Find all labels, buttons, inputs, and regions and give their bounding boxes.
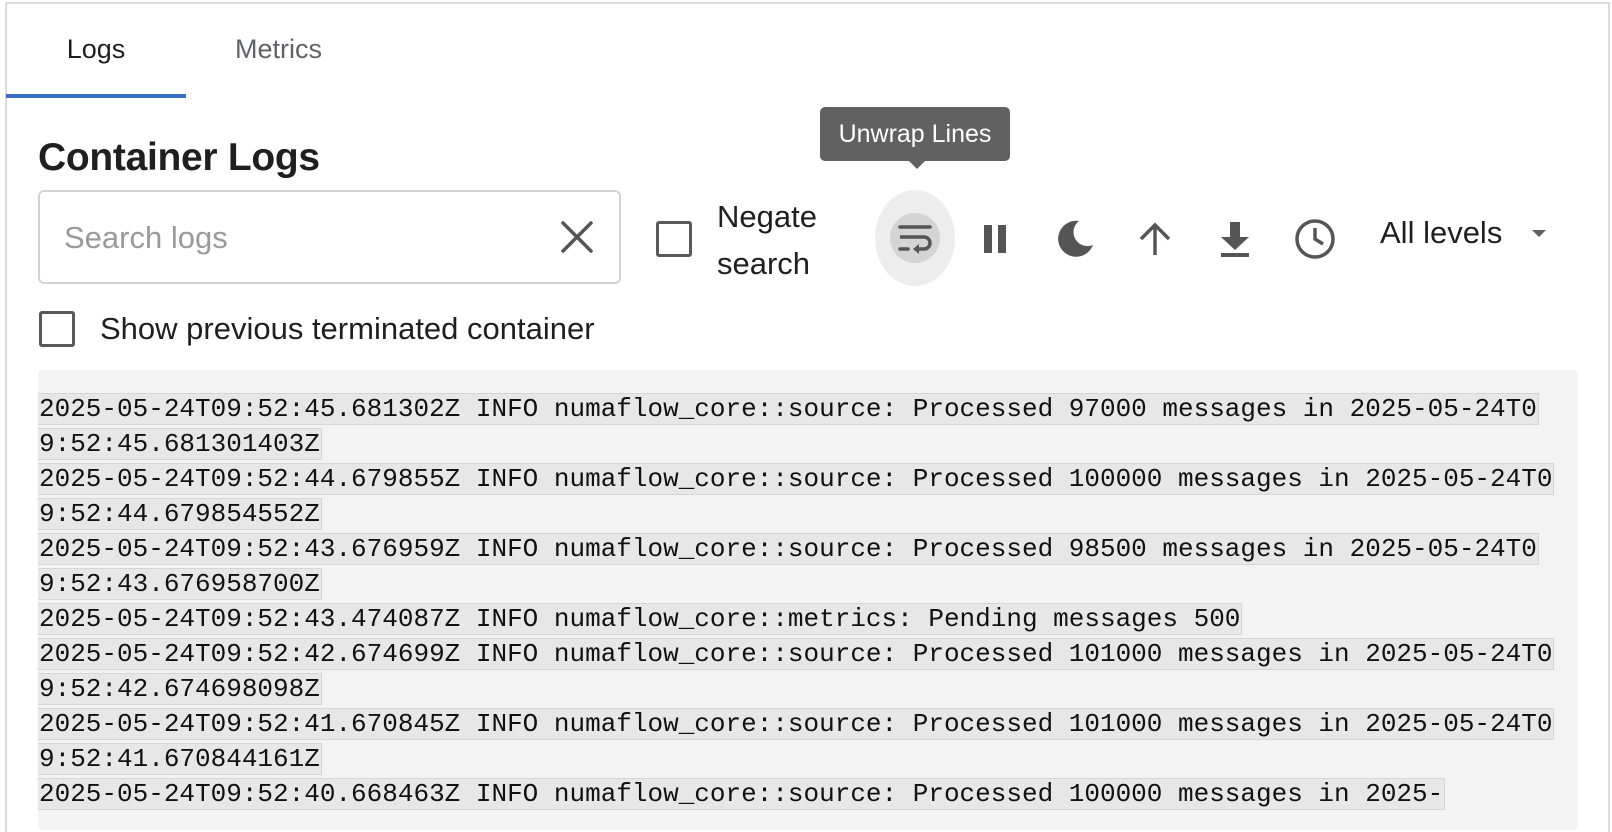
download-icon	[1221, 222, 1249, 257]
log-text: 2025-05-24T09:52:42.674699Z INFO numaflo…	[38, 639, 1554, 704]
clock-icon	[1295, 219, 1335, 259]
log-level-value: All levels	[1380, 215, 1503, 250]
close-icon[interactable]	[554, 214, 600, 260]
download-button[interactable]	[1195, 199, 1275, 279]
log-text: 2025-05-24T09:52:43.676959Z INFO numaflo…	[38, 534, 1538, 599]
tab-logs[interactable]: Logs	[6, 0, 186, 98]
log-line: 2025-05-24T09:52:45.681302Z INFO numaflo…	[38, 392, 1558, 462]
log-line: 2025-05-24T09:52:43.474087Z INFO numaflo…	[38, 602, 1558, 637]
log-text: 2025-05-24T09:52:45.681302Z INFO numaflo…	[38, 394, 1538, 459]
search-field	[38, 190, 621, 284]
pause-icon	[984, 225, 1006, 253]
log-list: 2025-05-24T09:52:45.681302Z INFO numaflo…	[38, 392, 1558, 812]
log-viewer[interactable]: 2025-05-24T09:52:45.681302Z INFO numaflo…	[38, 370, 1578, 830]
scroll-top-button[interactable]	[1115, 199, 1195, 279]
show-previous-label: Show previous terminated container	[100, 311, 595, 346]
log-line: 2025-05-24T09:52:44.679855Z INFO numaflo…	[38, 462, 1558, 532]
timestamps-button[interactable]	[1275, 199, 1355, 279]
log-line: 2025-05-24T09:52:41.670845Z INFO numaflo…	[38, 707, 1558, 777]
arrow-up-icon	[1139, 222, 1171, 255]
tooltip: Unwrap Lines	[820, 107, 1010, 169]
chevron-down-icon	[1532, 229, 1547, 237]
log-text: 2025-05-24T09:52:43.474087Z INFO numaflo…	[38, 604, 1242, 634]
dark-mode-icon	[1058, 220, 1093, 257]
negate-search-checkbox[interactable]	[656, 221, 692, 257]
tab-metrics[interactable]: Metrics	[186, 0, 371, 98]
page-title: Container Logs	[38, 136, 320, 179]
log-text: 2025-05-24T09:52:41.670845Z INFO numaflo…	[38, 709, 1554, 774]
show-previous-checkbox[interactable]	[39, 311, 75, 347]
log-line: 2025-05-24T09:52:40.668463Z INFO numaflo…	[38, 777, 1558, 812]
log-text: 2025-05-24T09:52:40.668463Z INFO numaflo…	[38, 779, 1445, 809]
pause-button[interactable]	[955, 199, 1035, 279]
wrap-lines-icon	[890, 213, 940, 263]
search-input[interactable]	[62, 192, 536, 284]
log-level-select[interactable]: All levels	[1380, 215, 1547, 251]
wrap-lines-button[interactable]	[875, 190, 955, 286]
log-text: 2025-05-24T09:52:44.679855Z INFO numaflo…	[38, 464, 1554, 529]
log-line: 2025-05-24T09:52:42.674699Z INFO numaflo…	[38, 637, 1558, 707]
negate-search-label: Negate search	[717, 199, 817, 281]
log-line: 2025-05-24T09:52:43.676959Z INFO numaflo…	[38, 532, 1558, 602]
dark-mode-button[interactable]	[1035, 199, 1115, 279]
